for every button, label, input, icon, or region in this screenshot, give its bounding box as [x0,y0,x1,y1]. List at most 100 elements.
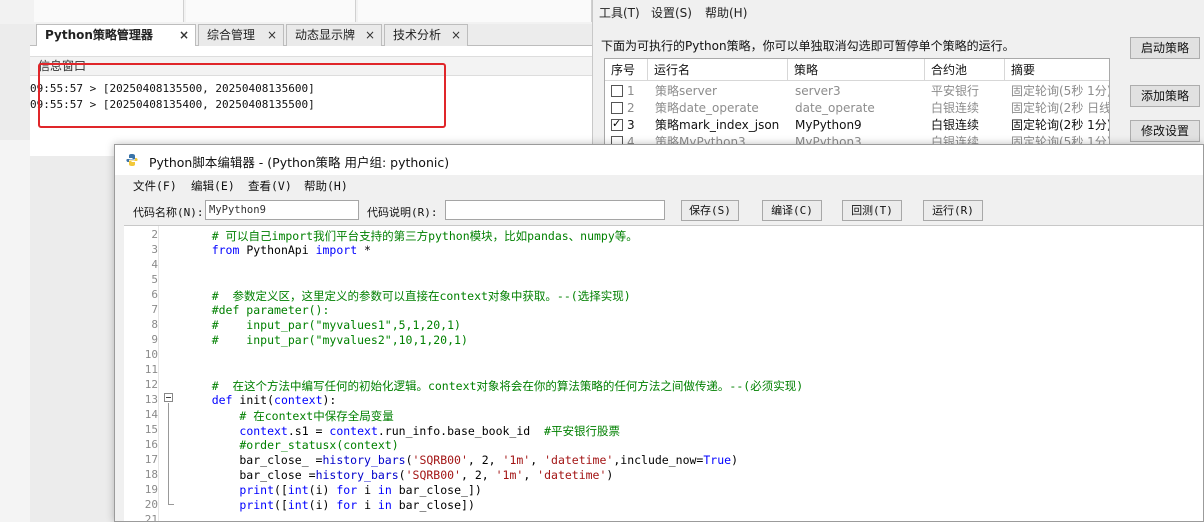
code-line: bar_close =history_bars('SQRB00', 2, '1m… [184,468,614,482]
column-header[interactable]: 运行名 [648,59,788,81]
line-number: 13 [144,393,158,406]
strategy-table: 序号 运行名 策略 合约池 摘要 1 策略server server3 平安银行… [604,58,1110,145]
main-tab-bar: Python策略管理器 × 综合管理 × 动态显示牌 × 技术分析 × [30,24,592,47]
line-number: 19 [144,483,158,496]
column-header[interactable]: 策略 [788,59,925,81]
editor-title: Python脚本编辑器 - (Python策略 用户组: pythonic) [149,155,450,170]
add-strategy-button[interactable]: 添加策略 [1130,85,1200,107]
code-desc-input[interactable] [445,200,665,220]
row-checkbox[interactable] [611,85,623,97]
line-number: 2 [151,228,158,241]
row-strategy: MyPython9 [795,118,862,132]
save-button[interactable]: 保存(S) [681,200,739,221]
code-line: #order_statusx(context) [184,438,399,452]
python-icon [126,154,138,166]
line-number: 5 [151,273,158,286]
code-line: def init(context): [211,393,337,407]
line-number: 3 [151,243,158,256]
editor-titlebar[interactable]: Python脚本编辑器 - (Python策略 用户组: pythonic) [115,145,1203,175]
tab-dynamic-display[interactable]: 动态显示牌 × [286,24,382,46]
code-line: print([int(i) for i in bar_close_]) [239,483,482,497]
left-panel-strip [0,140,30,522]
row-run-name: 策略server [655,84,717,98]
line-number: 20 [144,498,158,511]
code-line: print([int(i) for i in bar_close]) [239,498,475,512]
table-row[interactable]: 3 策略mark_index_json MyPython9 白银连续 固定轮询(… [605,117,1110,134]
row-run-name: 策略mark_index_json [655,118,780,132]
row-number: 3 [627,118,635,132]
fold-guide-end [168,504,174,505]
row-summary: 固定轮询(2秒 日线) 基 [1011,101,1110,115]
menu-help[interactable]: 帮助(H) [304,178,348,194]
menu-view[interactable]: 查看(V) [248,178,292,194]
row-strategy: server3 [795,84,841,98]
menu-settings[interactable]: 设置(S) [651,4,692,21]
line-number: 15 [144,423,158,436]
code-line: # 可以自己import我们平台支持的第三方python模块，比如pandas、… [184,229,638,243]
fold-guide [168,403,169,505]
table-row[interactable]: 2 策略date_operate date_operate 白银连续 固定轮询(… [605,100,1110,117]
python-editor-window: Python脚本编辑器 - (Python策略 用户组: pythonic) 文… [114,144,1204,522]
strategy-window: 工具(T) 设置(S) 帮助(H) 下面为可执行的Python策略，你可以单独取… [592,0,1204,145]
editor-menubar: 文件(F) 编辑(E) 查看(V) 帮助(H) [115,175,993,197]
menu-help[interactable]: 帮助(H) [705,4,747,21]
column-header[interactable]: 序号 [605,59,648,81]
main-window-toolbar-strip [0,0,592,24]
line-number: 18 [144,468,158,481]
toolbar-cell [34,0,184,22]
row-pool: 白银连续 [931,101,980,115]
row-checkbox[interactable] [611,117,623,131]
tab-technical-analysis[interactable]: 技术分析 × [384,24,468,46]
code-line: # 参数定义区，这里定义的参数可以直接在context对象中获取。--(选择实现… [184,289,631,303]
tab-label: Python策略管理器 [45,28,153,42]
close-icon[interactable]: × [267,25,277,45]
run-button[interactable]: 运行(R) [923,200,983,221]
line-number: 10 [144,348,158,361]
line-number: 17 [144,453,158,466]
code-line: from PythonApi import * [211,243,371,257]
compile-button[interactable]: 编译(C) [762,200,822,221]
code-line: # input_par("myvalues2",10,1,20,1) [184,333,468,347]
row-summary: 固定轮询(5秒 1分) 基 [1011,84,1110,98]
editor-toolbar: 代码名称(N): 代码说明(R): 保存(S) 编译(C) 回测(T) 运行(R… [115,197,1203,225]
close-icon[interactable]: × [451,25,461,45]
code-line: # 在这个方法中编写任何的初始化逻辑。context对象将会在你的算法策略的任何… [184,379,804,393]
menu-file[interactable]: 文件(F) [133,178,177,194]
row-summary: 固定轮询(2秒 1分) 基 [1011,118,1110,132]
code-line: #def parameter(): [184,303,330,317]
column-header[interactable]: 合约池 [925,59,1005,81]
line-number: 12 [144,378,158,391]
code-line: context.s1 = context.run_info.base_book_… [239,424,620,438]
column-header[interactable]: 摘要 [1005,59,1109,81]
start-strategy-button[interactable]: 启动策略 [1130,37,1200,59]
row-run-name: 策略date_operate [655,101,759,115]
code-line: # 在context中保存全局变量 [184,409,394,423]
line-number: 7 [151,303,158,316]
tab-python-strategy-manager[interactable]: Python策略管理器 × [36,24,196,47]
line-number: 9 [151,333,158,346]
close-icon[interactable]: × [179,25,189,45]
table-row[interactable]: 1 策略server server3 平安银行 固定轮询(5秒 1分) 基 [605,83,1110,100]
strategy-hint: 下面为可执行的Python策略，你可以单独取消勾选即可暂停单个策略的运行。 [601,39,1015,53]
close-icon[interactable]: × [365,25,375,45]
tab-label: 动态显示牌 [295,28,356,42]
row-number: 2 [627,101,635,115]
row-pool: 白银连续 [931,118,980,132]
toolbar-cell [186,0,356,22]
menu-tools[interactable]: 工具(T) [599,4,640,21]
modify-settings-button[interactable]: 修改设置 [1130,120,1200,142]
code-name-label: 代码名称(N): [133,206,204,219]
row-number: 1 [627,84,635,98]
fold-toggle-icon[interactable] [164,393,173,402]
menu-edit[interactable]: 编辑(E) [191,178,235,194]
code-line: bar_close_ =history_bars('SQRB00', 2, '1… [184,453,738,467]
row-pool: 平安银行 [931,84,980,98]
line-number: 8 [151,318,158,331]
tab-general-management[interactable]: 综合管理 × [198,24,284,46]
row-checkbox[interactable] [611,102,623,114]
line-number: 4 [151,258,158,271]
code-name-input[interactable] [205,200,359,220]
code-editor[interactable]: 2 # 可以自己import我们平台支持的第三方python模块，比如panda… [124,225,1203,521]
line-number: 14 [144,408,158,421]
backtest-button[interactable]: 回测(T) [842,200,902,221]
